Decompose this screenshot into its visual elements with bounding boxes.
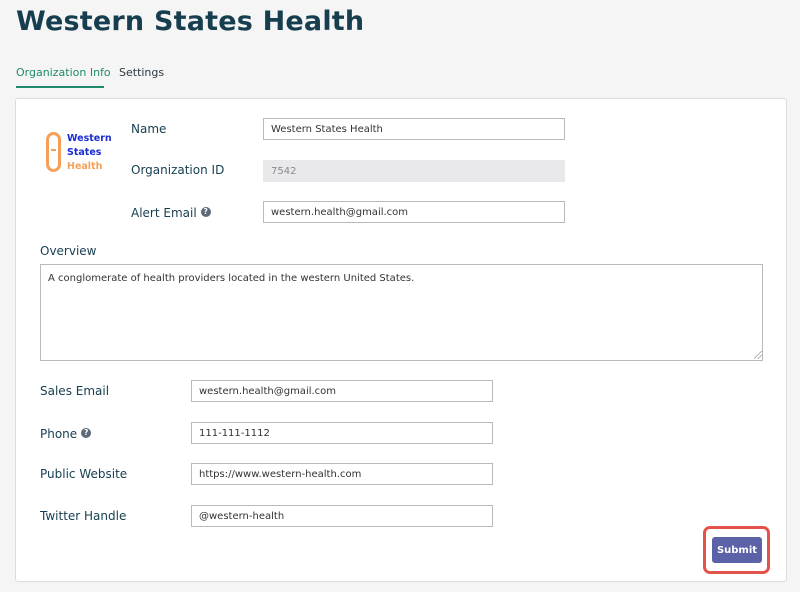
alert-email-label-wrap: Alert Email? xyxy=(131,206,211,220)
phone-field[interactable] xyxy=(191,422,493,444)
logo-text-line-2: States xyxy=(67,147,102,158)
tab-settings[interactable]: Settings xyxy=(119,66,164,88)
twitter-handle-label: Twitter Handle xyxy=(40,509,127,523)
sales-email-field[interactable] xyxy=(191,380,493,402)
page-title: Western States Health xyxy=(16,6,365,37)
question-circle-icon[interactable]: ? xyxy=(200,207,211,217)
sales-email-label: Sales Email xyxy=(40,384,110,398)
overview-textarea[interactable]: A conglomerate of health providers locat… xyxy=(40,264,763,361)
tab-organization-info[interactable]: Organization Info xyxy=(16,66,111,88)
logo-text-line-3: Health xyxy=(67,161,103,172)
logo-text-line-1: Western xyxy=(67,133,112,144)
alert-email-field[interactable] xyxy=(263,201,565,223)
phone-label-wrap: Phone? xyxy=(40,427,92,441)
twitter-handle-field[interactable] xyxy=(191,505,493,527)
submit-button[interactable]: Submit xyxy=(712,537,762,563)
resize-grip-icon[interactable] xyxy=(754,351,762,359)
public-website-label: Public Website xyxy=(40,467,128,481)
organization-logo: Western States Health xyxy=(46,132,121,180)
public-website-field[interactable] xyxy=(191,463,493,485)
name-label: Name xyxy=(131,122,167,136)
name-field[interactable] xyxy=(263,118,565,140)
phone-label: Phone xyxy=(40,427,78,441)
pill-icon xyxy=(46,132,61,172)
alert-email-label: Alert Email xyxy=(131,206,197,220)
organization-form-card: Western States Health Name Organization … xyxy=(15,98,787,582)
question-circle-icon[interactable]: ? xyxy=(81,428,92,438)
organization-id-field xyxy=(263,160,565,182)
organization-id-label: Organization ID xyxy=(131,163,225,177)
overview-label: Overview xyxy=(40,244,97,258)
